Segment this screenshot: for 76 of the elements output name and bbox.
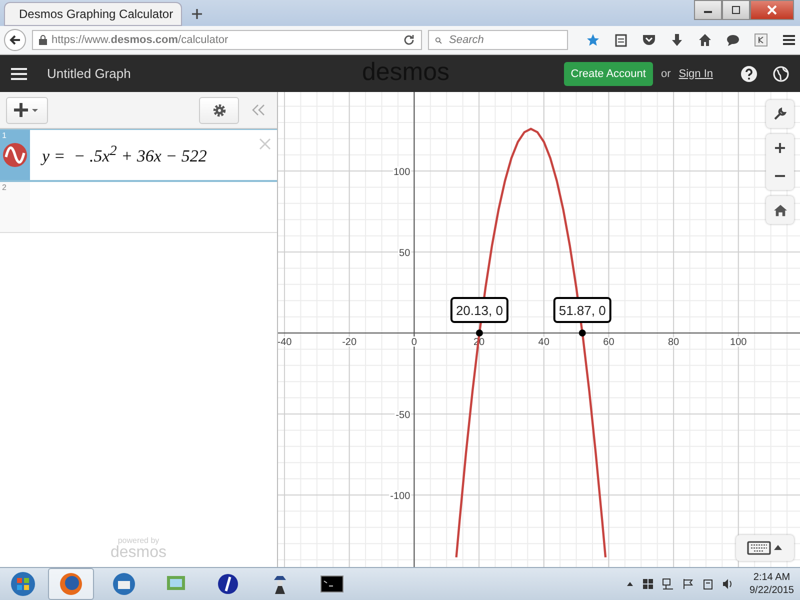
search-input[interactable]: Search — [447, 33, 561, 47]
x-tick-label: 40 — [538, 337, 550, 348]
help-icon[interactable] — [741, 66, 757, 82]
clipboard-icon[interactable] — [614, 33, 628, 47]
home-icon — [774, 204, 786, 216]
address-bar[interactable]: https://www.desmos.com/calculator — [32, 30, 422, 50]
minimize-button[interactable] — [694, 0, 722, 20]
back-button[interactable] — [4, 29, 26, 51]
annotation: 20.13, 0 — [456, 303, 503, 318]
download-icon[interactable] — [670, 33, 684, 47]
annotation: 51.87, 0 — [558, 303, 606, 318]
tab-title: Desmos Graphing Calculator — [19, 7, 174, 21]
search-icon — [435, 34, 442, 46]
new-tab-icon[interactable] — [192, 9, 202, 19]
add-item-button[interactable] — [6, 96, 48, 124]
speaker-icon[interactable] — [722, 578, 734, 590]
y-tick-label: -100 — [390, 490, 410, 502]
x-tick-label: 80 — [668, 337, 680, 348]
plus-icon — [775, 143, 785, 153]
close-button[interactable] — [750, 0, 794, 20]
graph-settings-button[interactable] — [766, 100, 794, 128]
close-icon — [767, 5, 777, 15]
menu-icon[interactable] — [11, 66, 27, 80]
flag-icon[interactable] — [682, 578, 694, 590]
wrench-icon — [773, 107, 787, 121]
windows-flag-icon[interactable] — [642, 578, 654, 590]
globe-icon[interactable] — [773, 66, 789, 82]
lock-icon — [38, 35, 46, 45]
zoom-in-button[interactable] — [766, 134, 794, 162]
plus-caret-icon — [14, 103, 40, 117]
clock-date: 9/22/2015 — [750, 584, 794, 597]
x-tick-label: -20 — [342, 337, 357, 348]
graph-title[interactable]: Untitled Graph — [47, 66, 131, 81]
maximize-button[interactable] — [722, 0, 750, 20]
point-marker[interactable] — [578, 330, 586, 336]
expression-formula: y = − .5x$^{2}$ + 36x − 522 — [42, 143, 207, 167]
y-tick-label: -50 — [396, 410, 410, 421]
maximize-icon — [731, 5, 741, 15]
point-marker[interactable] — [476, 330, 483, 336]
y-tick-label: 50 — [399, 248, 410, 260]
x-tick-label: 60 — [603, 337, 614, 348]
sign-in-link[interactable]: Sign In — [678, 68, 713, 80]
y-tick-label: 100 — [393, 167, 410, 178]
point-label: 51.87, 0 — [553, 297, 612, 323]
show-hidden-icon[interactable] — [626, 580, 634, 588]
reload-icon[interactable] — [403, 34, 415, 46]
pocket-icon[interactable] — [642, 33, 656, 47]
network-icon[interactable] — [662, 578, 674, 590]
windows-logo-icon — [11, 572, 35, 596]
taskbar-clock[interactable]: 2:14 AM 9/22/2015 — [750, 571, 794, 597]
or-text: or — [660, 68, 671, 80]
expression-row[interactable]: 1 y = − .5x$^{2}$ + 36x − 522 — [0, 129, 277, 182]
zoom-out-button[interactable] — [766, 162, 794, 190]
browser-tab[interactable]: Desmos Graphing Calculator — [4, 2, 182, 26]
home-icon[interactable] — [698, 33, 712, 47]
firefox-taskbar-icon[interactable] — [48, 568, 94, 600]
point-label: 20.13, 0 — [450, 297, 508, 323]
expression-index: 1 — [2, 131, 6, 140]
device-icon[interactable] — [702, 578, 714, 590]
chat-icon[interactable] — [726, 33, 740, 47]
back-arrow-icon — [8, 34, 21, 46]
bookmark-star-icon[interactable] — [586, 33, 600, 47]
expression-index: 2 — [2, 183, 6, 192]
keyboard-button[interactable] — [736, 535, 794, 561]
clock-time: 2:14 AM — [753, 571, 790, 584]
x-tick-label: -40 — [278, 337, 292, 348]
keyboard-icon — [747, 541, 783, 555]
gear-icon — [212, 102, 226, 118]
default-zoom-button[interactable] — [766, 196, 794, 224]
extension-icon[interactable] — [754, 33, 768, 47]
x-tick-label: 100 — [730, 337, 747, 348]
url-text: https://www.desmos.com/calculator — [52, 34, 228, 46]
settings-button[interactable] — [199, 96, 239, 124]
search-field[interactable]: Search — [428, 30, 568, 50]
graph-style-icon[interactable] — [3, 143, 27, 167]
menu-icon[interactable] — [782, 33, 796, 47]
